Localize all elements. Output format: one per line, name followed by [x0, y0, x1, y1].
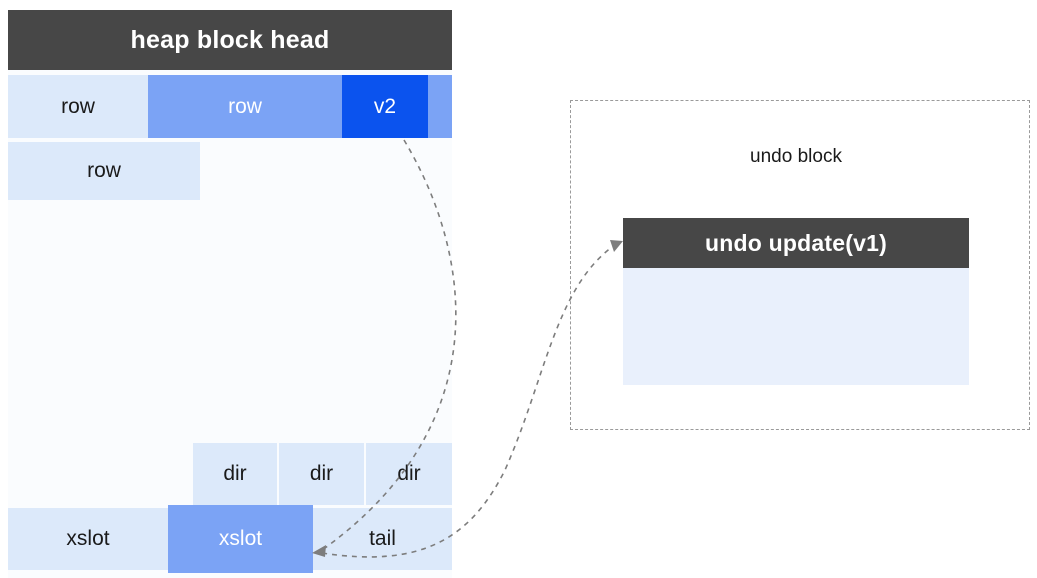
heap-dir-cell-3: dir [366, 443, 452, 505]
heap-row-cell-2: row [148, 75, 342, 138]
heap-block-head-title: heap block head [8, 10, 452, 70]
undo-record-body [623, 268, 969, 385]
heap-row-cell-v2: v2 [342, 75, 428, 138]
heap-row-cell-filler [428, 75, 452, 138]
heap-xslot-cell-2: xslot [168, 505, 313, 573]
heap-dir-cell-1: dir [193, 443, 277, 505]
heap-dir-cell-2: dir [279, 443, 364, 505]
heap-row-cell-3: row [8, 142, 200, 200]
undo-block-label: undo block [750, 146, 842, 167]
heap-xslot-cell-1: xslot [8, 508, 168, 570]
undo-update-record-title: undo update(v1) [623, 218, 969, 268]
diagram-canvas: heap block head row row v2 row dir dir d… [0, 0, 1037, 578]
heap-row-cell-1: row [8, 75, 148, 138]
heap-tail-cell: tail [313, 508, 452, 570]
